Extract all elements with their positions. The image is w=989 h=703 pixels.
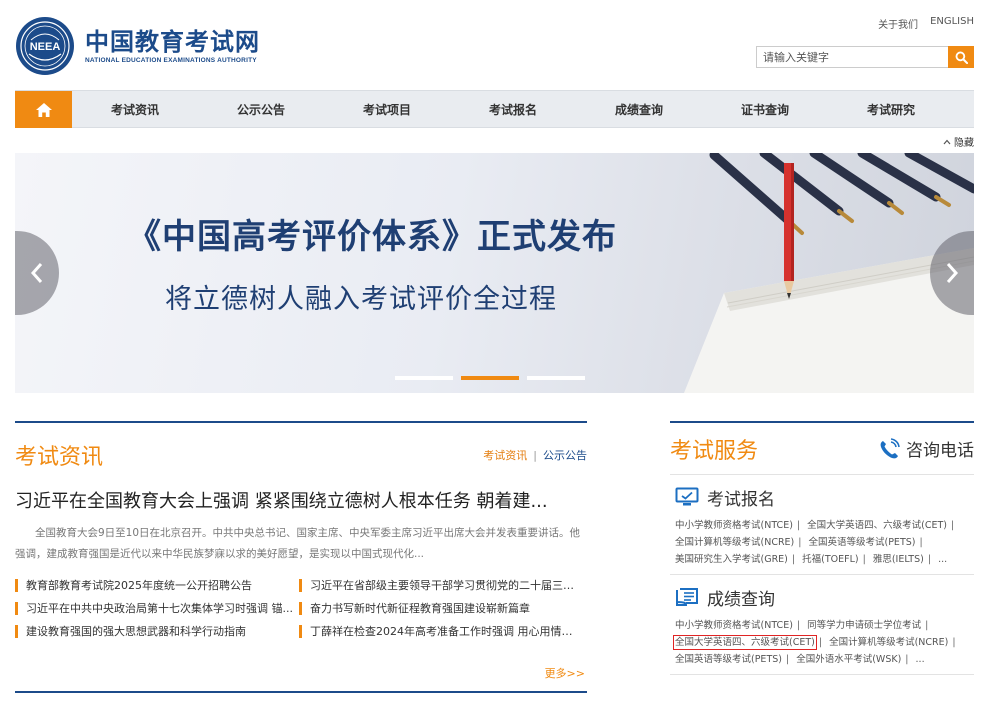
- banner-dot-2[interactable]: [461, 376, 519, 380]
- neea-emblem-icon: NEEA: [16, 17, 74, 75]
- exam-news-section: 考试资讯 考试资讯 | 公示公告 习近平在全国教育大会上强调 紧紧围绕立德树人根…: [15, 421, 587, 693]
- pens-and-book-illustration: [684, 153, 974, 393]
- monitor-icon: [675, 487, 699, 506]
- reg-link-toefl[interactable]: 托福(TOEFL): [802, 554, 858, 565]
- about-us-link[interactable]: 关于我们: [878, 16, 918, 31]
- chevron-left-icon: [30, 263, 43, 283]
- nav-item-exam-projects[interactable]: 考试项目: [363, 101, 411, 118]
- score-link-ntce[interactable]: 中小学教师资格考试(NTCE): [675, 620, 793, 631]
- score-link-more[interactable]: ...: [916, 654, 925, 665]
- collapse-banner-toggle[interactable]: 隐藏: [943, 134, 974, 149]
- banner-dot-1[interactable]: [395, 376, 453, 380]
- banner-dot-3[interactable]: [527, 376, 585, 380]
- exam-services-section: 考试服务 咨询电话 考试报名 中小学教师资格考试(NTCE) | 全国大学英语四、…: [670, 421, 974, 675]
- score-link-cet[interactable]: 全国大学英语四、六级考试(CET): [673, 635, 817, 650]
- search-button[interactable]: [948, 46, 974, 68]
- reg-link-ielts[interactable]: 雅思(IELTS): [873, 554, 924, 565]
- news-more-link[interactable]: 更多>>: [545, 665, 585, 681]
- score-query-title: 成绩查询: [707, 589, 775, 610]
- news-headline[interactable]: 习近平在全国教育大会上强调 紧紧围绕立德树人根本任务 朝着建...: [15, 487, 587, 513]
- chevron-right-icon: [946, 263, 959, 283]
- emblem-text: NEEA: [30, 41, 61, 53]
- score-query-block: 成绩查询 中小学教师资格考试(NTCE) | 同等学力申请硕士学位考试 | 全国大学…: [670, 575, 974, 675]
- services-section-title: 考试服务: [670, 438, 759, 464]
- reg-link-ntce[interactable]: 中小学教师资格考试(NTCE): [675, 520, 793, 531]
- nav-item-announcements[interactable]: 公示公告: [237, 101, 285, 118]
- site-logo[interactable]: NEEA 中国教育考试网 NATIONAL EDUCATION EXAMINAT…: [15, 16, 260, 76]
- news-item[interactable]: 丁薛祥在检查2024年高考准备工作时强调 用心用情做...: [299, 625, 581, 638]
- nav-item-exam-research[interactable]: 考试研究: [867, 101, 915, 118]
- search-bar: [756, 46, 974, 68]
- logo-subtitle: NATIONAL EDUCATION EXAMINATIONS AUTHORIT…: [85, 57, 257, 64]
- news-item[interactable]: 奋力书写新时代新征程教育强国建设崭新篇章: [299, 602, 581, 615]
- news-tab-announcements[interactable]: 公示公告: [543, 447, 587, 463]
- reg-link-gre[interactable]: 美国研究生入学考试(GRE): [675, 554, 788, 565]
- search-input[interactable]: [756, 46, 948, 68]
- registration-block: 考试报名 中小学教师资格考试(NTCE) | 全国大学英语四、六级考试(CET) |…: [670, 475, 974, 575]
- score-link-master-degree[interactable]: 同等学力申请硕士学位考试: [807, 620, 921, 631]
- collapse-label: 隐藏: [954, 138, 974, 149]
- main-nav: 考试资讯 公示公告 考试项目 考试报名 成绩查询 证书查询 考试研究: [15, 90, 974, 128]
- nav-item-registration[interactable]: 考试报名: [489, 101, 537, 118]
- news-item[interactable]: 建设教育强国的强大思想武器和科学行动指南: [15, 625, 293, 638]
- reg-link-cet[interactable]: 全国大学英语四、六级考试(CET): [807, 520, 947, 531]
- news-list: 教育部教育考试院2025年度统一公开招聘公告 习近平在省部级主要领导干部学习贯彻…: [15, 579, 587, 638]
- search-icon: [955, 51, 968, 64]
- top-links: 关于我们 ENGLISH: [878, 16, 974, 31]
- nav-item-exam-news[interactable]: 考试资讯: [111, 101, 159, 118]
- news-item[interactable]: 习近平在省部级主要领导干部学习贯彻党的二十届三中...: [299, 579, 581, 592]
- logo-title: 中国教育考试网: [85, 28, 260, 56]
- reg-link-ncre[interactable]: 全国计算机等级考试(NCRE): [675, 537, 794, 548]
- score-link-ncre[interactable]: 全国计算机等级考试(NCRE): [829, 637, 948, 648]
- hotline-label: 咨询电话: [906, 441, 974, 461]
- score-link-pets[interactable]: 全国英语等级考试(PETS): [675, 654, 782, 665]
- score-link-wsk[interactable]: 全国外语水平考试(WSK): [796, 654, 901, 665]
- banner-subtitle: 将立德树人融入考试评价全过程: [165, 284, 557, 315]
- banner-pagination: [395, 376, 585, 380]
- news-summary: 全国教育大会9日至10日在北京召开。中共中央总书记、国家主席、中央军委主席习近平…: [15, 527, 581, 560]
- news-item[interactable]: 习近平在中共中央政治局第十七次集体学习时强调 锚...: [15, 602, 293, 615]
- hero-banner[interactable]: 《中国高考评价体系》正式发布 将立德树人融入考试评价全过程: [15, 153, 974, 393]
- nav-home-button[interactable]: [15, 91, 72, 128]
- news-item[interactable]: 教育部教育考试院2025年度统一公开招聘公告: [15, 579, 293, 592]
- reg-link-more[interactable]: ...: [938, 554, 947, 565]
- hotline-link[interactable]: 咨询电话: [878, 436, 974, 461]
- chevron-up-icon: [943, 139, 951, 144]
- reg-link-pets[interactable]: 全国英语等级考试(PETS): [809, 537, 916, 548]
- registration-title: 考试报名: [707, 489, 775, 510]
- news-bottom-divider: [15, 691, 587, 693]
- banner-prev-button[interactable]: [15, 231, 59, 315]
- news-section-title: 考试资讯: [15, 445, 104, 470]
- news-tab-exam-news[interactable]: 考试资讯: [483, 447, 527, 463]
- phone-icon: [880, 437, 900, 458]
- nav-item-score-query[interactable]: 成绩查询: [615, 101, 663, 118]
- book-icon: [676, 588, 698, 606]
- nav-item-certificate-query[interactable]: 证书查询: [741, 101, 789, 118]
- english-link[interactable]: ENGLISH: [930, 16, 974, 31]
- home-icon: [35, 102, 52, 117]
- banner-title: 《中国高考评价体系》正式发布: [127, 217, 617, 257]
